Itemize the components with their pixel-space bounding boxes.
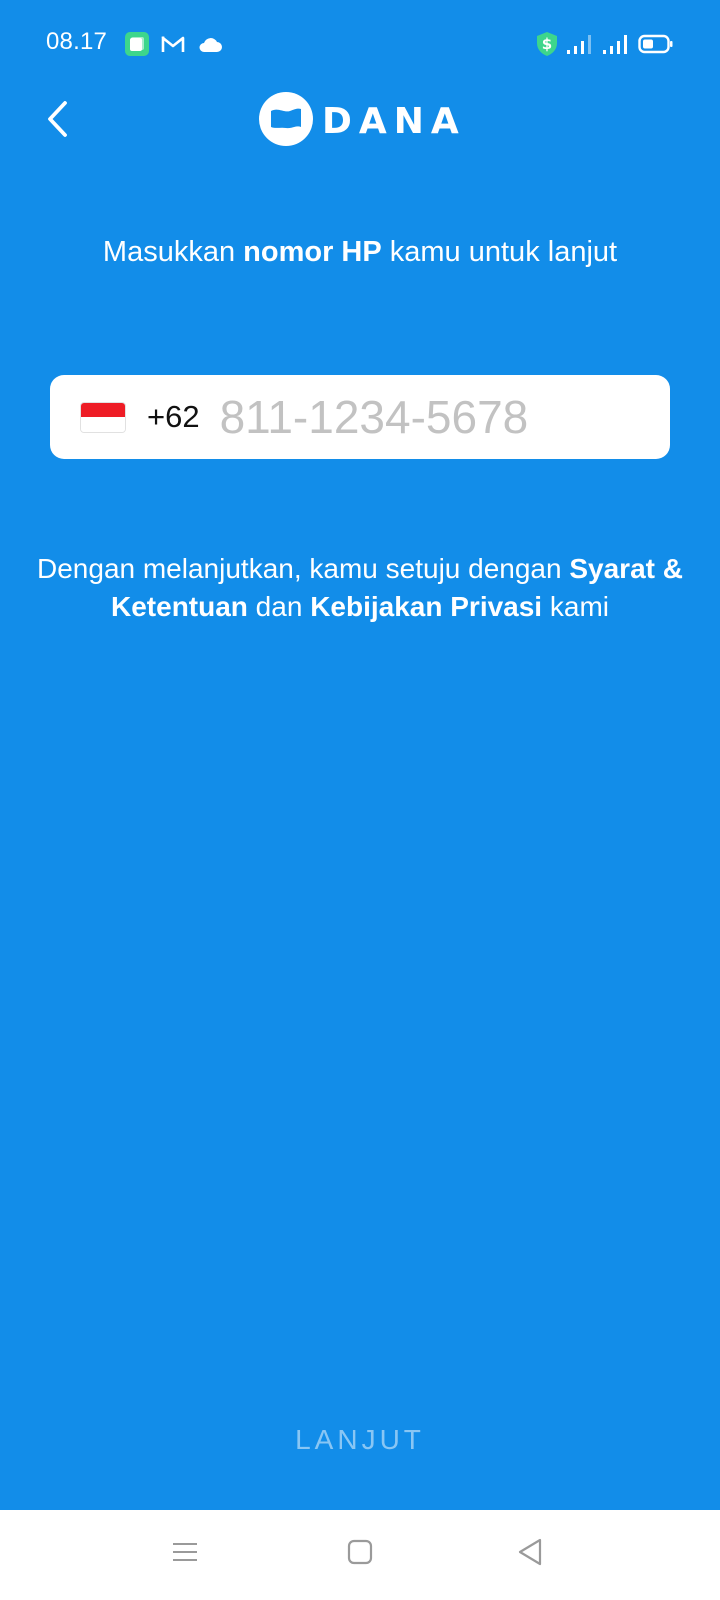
privacy-policy-link[interactable]: Kebijakan Privasi — [310, 591, 542, 622]
phone-number-field[interactable]: +62 — [50, 375, 670, 459]
indonesia-flag-icon — [80, 401, 126, 433]
cloud-icon — [197, 35, 223, 53]
terms-text-mid: dan — [247, 591, 311, 622]
terms-text-post: kami — [542, 591, 609, 622]
status-time: 08.17 — [46, 28, 108, 55]
continue-button[interactable]: LANJUT — [0, 1420, 720, 1492]
svg-text:$: $ — [542, 35, 552, 53]
home-icon — [347, 1539, 373, 1570]
status-system-icons: $ — [536, 30, 674, 58]
back-triangle-icon — [517, 1538, 543, 1571]
nav-home-button[interactable] — [338, 1532, 382, 1576]
brand-name: DANA — [322, 100, 466, 142]
signal-2-icon — [602, 33, 630, 55]
dana-logo: DANA — [258, 91, 466, 152]
terms-text-pre: Dengan melanjutkan, kamu setuju dengan — [37, 553, 570, 584]
prompt-text-bold: nomor HP — [243, 236, 382, 268]
prompt-text-post: kamu untuk lanjut — [381, 236, 618, 268]
nav-back-button[interactable] — [508, 1532, 552, 1576]
prompt-text-pre: Masukkan — [102, 236, 244, 268]
menu-icon — [172, 1540, 198, 1569]
terms-notice: Dengan melanjutkan, kamu setuju dengan S… — [28, 550, 692, 626]
system-nav-bar — [0, 1510, 720, 1600]
signal-1-icon — [566, 33, 594, 55]
country-code: +62 — [147, 399, 200, 434]
dana-logo-icon — [258, 91, 314, 152]
status-notification-icons — [125, 31, 223, 57]
nav-menu-button[interactable] — [163, 1532, 207, 1576]
phone-prompt: Masukkan nomor HP kamu untuk lanjut — [0, 236, 720, 269]
battery-icon — [638, 34, 674, 54]
status-bar: 08.17 $ — [0, 0, 720, 88]
phone-number-input[interactable] — [219, 390, 580, 444]
shield-dollar-icon: $ — [536, 31, 558, 57]
gmail-icon — [161, 34, 185, 54]
chevron-left-icon — [46, 100, 70, 143]
app-notification-icon — [125, 32, 149, 56]
back-button[interactable] — [36, 96, 80, 146]
